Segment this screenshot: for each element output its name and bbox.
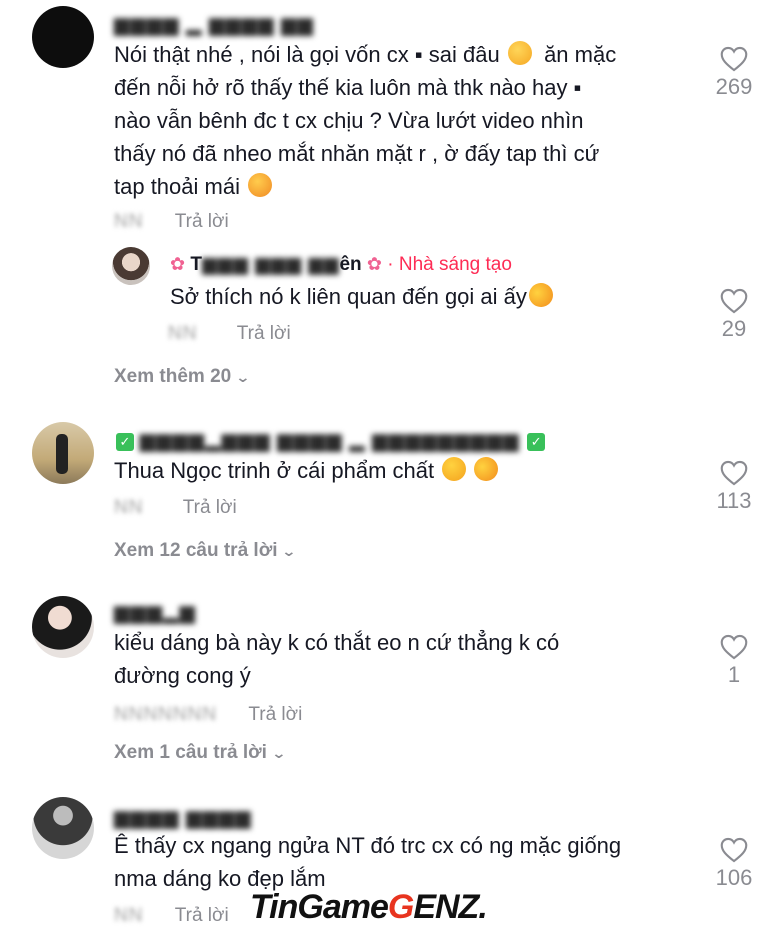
comment-3: ▆▆▆▂▆ kiểu dáng bà này k có thắt eo n cứ… [0,594,772,774]
avatar[interactable] [32,422,94,484]
reply-button[interactable]: Trả lời [175,905,229,926]
flower-emoji-icon: ✿ [366,254,382,274]
timestamp: NN [168,323,198,344]
reply-comment: ✿ T▆▆▆ ▆▆▆ ▆▆ên ✿ · Nhà sáng tạo Sở thíc… [0,245,772,355]
comment-text: Ê thấy cx ngang ngửa NT đó trc cx có ng … [114,833,622,891]
view-more-replies[interactable]: Xem 12 câu trả lời ⌄ [114,540,297,562]
avatar[interactable] [32,596,94,658]
reply-button[interactable]: Trả lời [183,497,237,518]
pensive-emoji-icon [507,41,532,65]
timestamp: NNNNNNN [114,704,218,725]
chevron-down-icon: ⌄ [235,369,251,385]
avatar[interactable] [112,247,150,285]
username[interactable]: ▆▆▆▂▆ [114,600,196,625]
like-button[interactable]: 269 [704,46,764,100]
timestamp: NN [114,211,144,232]
heart-icon [720,634,748,660]
timestamp: NN [114,905,144,926]
like-count: 106 [715,865,753,890]
comment-meta: NNNNNNN Trả lời [114,704,302,726]
reply-button[interactable]: Trả lời [175,211,229,232]
like-button[interactable]: 29 [704,288,764,342]
creator-badge: · Nhà sáng tạo [387,254,512,275]
comment-meta: NN Trả lời [114,211,229,233]
comment-meta: NN Trả lời [168,323,291,345]
chevron-down-icon: ⌄ [271,745,287,761]
heart-icon [720,837,748,863]
heart-icon [720,288,748,314]
like-count: 1 [727,662,741,687]
avatar[interactable] [32,797,94,859]
view-more-replies[interactable]: Xem thêm 20 ⌄ [114,366,251,388]
timestamp: NN [114,497,144,518]
comment-1: ▆▆▆▆ ▂ ▆▆▆▆ ▆▆ Nói thật nhé , nói là gọi… [0,0,772,250]
flower-emoji-icon: ✿ [170,254,186,274]
username[interactable]: ✿ T▆▆▆ ▆▆▆ ▆▆ên ✿ · Nhà sáng tạo [170,253,512,276]
comment-2: ✓ ▆▆▆▆▂▆▆▆ ▆▆▆▆ ▂ ▆▆▆▆▆▆▆▆▆ ✓ Thua Ngọc … [0,420,772,570]
reply-button[interactable]: Trả lời [237,323,291,344]
chevron-down-icon: ⌄ [281,543,297,559]
comment-text: Sở thích nó k liên quan đến gọi ai ấy [170,279,690,313]
rofl-emoji-icon [470,453,503,485]
joy-emoji-icon [442,457,467,481]
heart-icon [720,46,748,72]
username[interactable]: ✓ ▆▆▆▆▂▆▆▆ ▆▆▆▆ ▂ ▆▆▆▆▆▆▆▆▆ ✓ [114,428,546,453]
avatar[interactable] [32,6,94,68]
view-more-replies[interactable]: Xem 1 câu trả lời ⌄ [114,742,287,764]
rofl-emoji-icon [524,279,557,311]
check-icon: ✓ [116,433,134,451]
kiss-emoji-icon [248,173,273,197]
like-count: 269 [715,74,753,99]
watermark-logo: TinGameGENZ. [250,888,488,926]
comment-text: Thua Ngọc trinh ở cái phẩm chất [114,453,704,487]
comment-meta: NN Trả lời [114,905,229,927]
like-button[interactable]: 113 [704,460,764,514]
username[interactable]: ▆▆▆▆ ▆▆▆▆ [114,805,252,830]
like-count: 113 [716,488,752,513]
like-button[interactable]: 1 [704,634,764,688]
check-icon: ✓ [527,433,546,451]
username[interactable]: ▆▆▆▆ ▂ ▆▆▆▆ ▆▆ [114,12,314,37]
like-count: 29 [721,316,747,341]
heart-icon [720,460,748,486]
like-button[interactable]: 106 [704,837,764,891]
comment-text: Nói thật nhé , nói là gọi vốn cx ▪ sai đ… [114,41,617,199]
comment-meta: NN Trả lời [114,497,237,519]
reply-button[interactable]: Trả lời [248,704,302,725]
comment-text: kiểu dáng bà này k có thắt eo n cứ thẳng… [114,630,560,688]
